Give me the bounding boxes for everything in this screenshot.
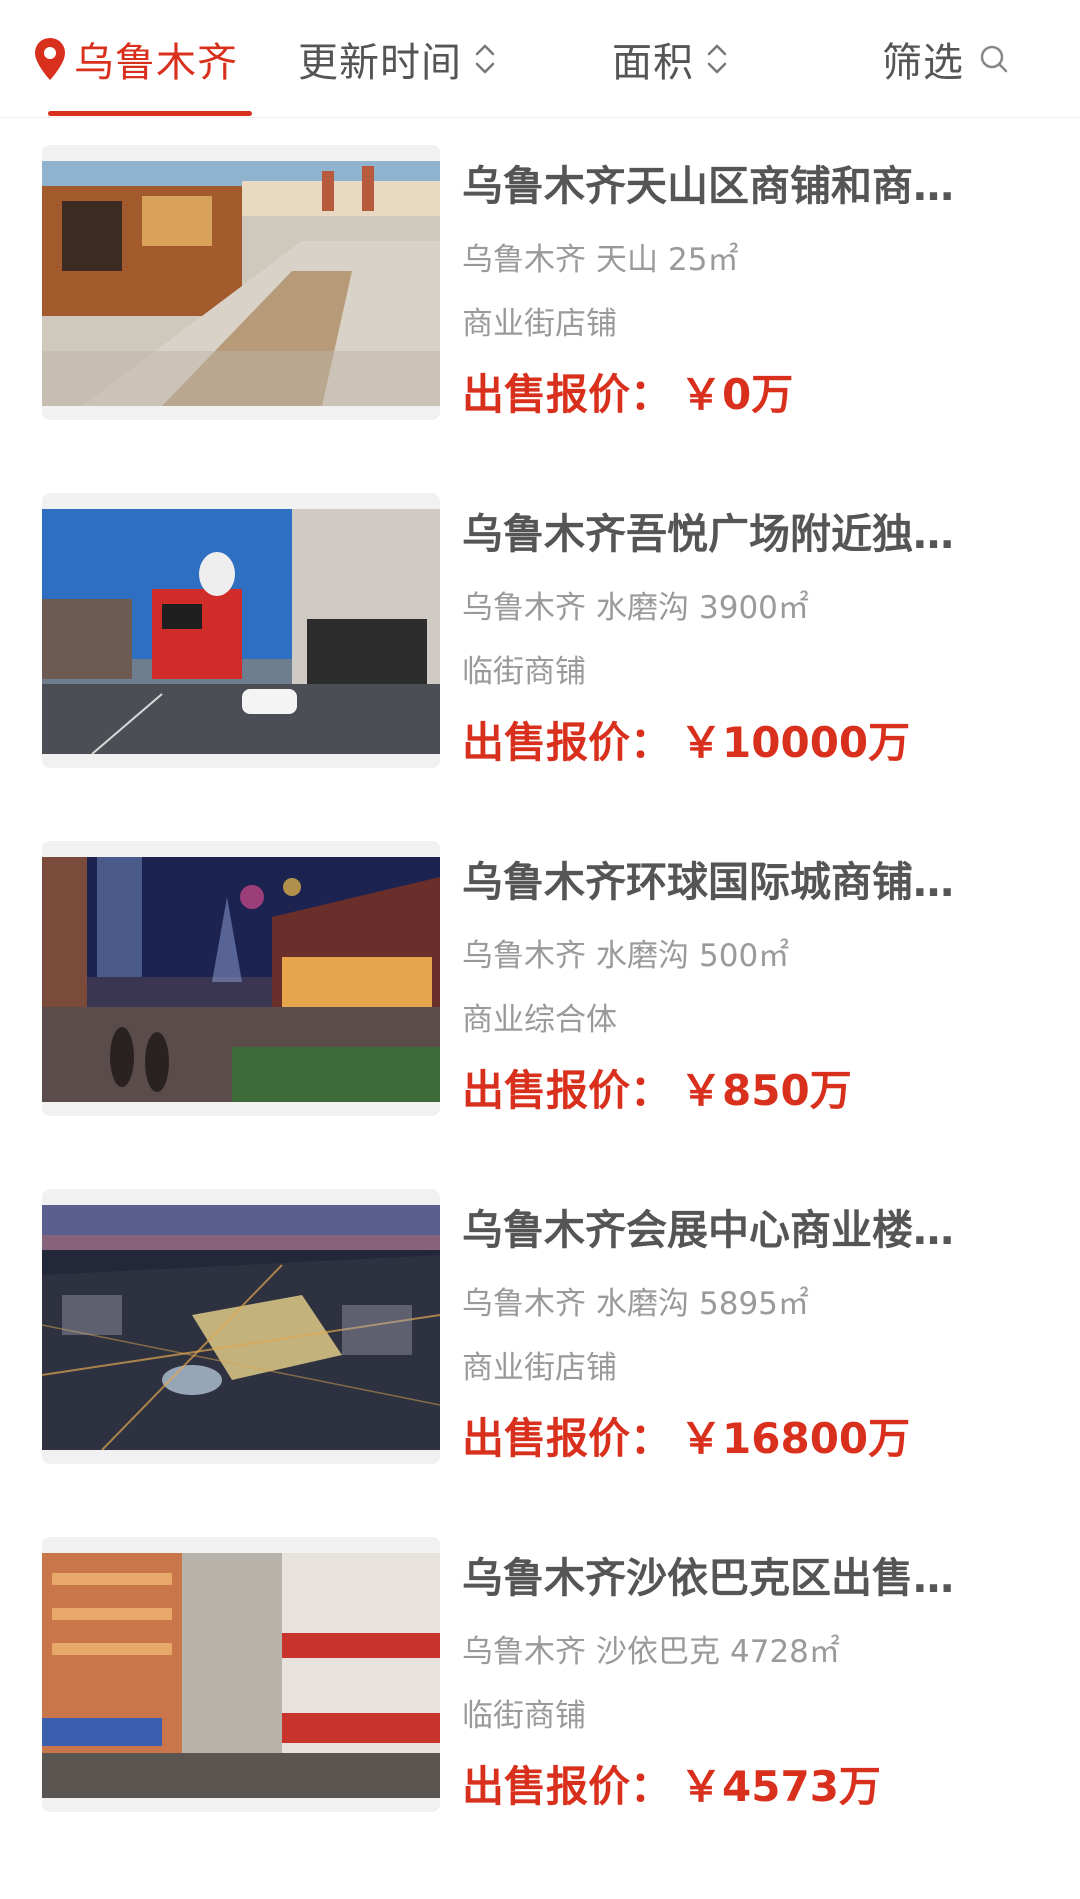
listing-price: 出售报价： ￥850万 — [462, 1064, 852, 1118]
listing-card[interactable]: 乌鲁木齐会展中心商业楼… 乌鲁木齐 水磨沟 5895㎡ 商业街店铺 出售报价： ￥16… — [0, 1162, 1080, 1510]
listing-image — [42, 1205, 440, 1450]
listing-meta: 乌鲁木齐 沙依巴克 4728㎡ — [462, 1632, 840, 1672]
price-value: 0万 — [722, 370, 794, 419]
currency-symbol: ￥ — [680, 370, 723, 419]
listing-type: 商业综合体 — [462, 1002, 617, 1038]
listing-city: 乌鲁木齐 — [462, 938, 586, 974]
price-label: 出售报价： — [462, 1414, 673, 1463]
city-selector[interactable]: 乌鲁木齐 — [32, 0, 252, 118]
listing-district: 水磨沟 — [596, 590, 689, 626]
listing-price: 出售报价： ￥16800万 — [462, 1412, 910, 1466]
listing-district: 天山 — [596, 242, 658, 278]
listing-title[interactable]: 乌鲁木齐会展中心商业楼… — [462, 1204, 1007, 1256]
listing-title[interactable]: 乌鲁木齐环球国际城商铺… — [462, 856, 1007, 908]
price-label: 出售报价： — [462, 1066, 673, 1115]
price-label: 出售报价： — [462, 370, 673, 419]
price-value: 850万 — [722, 1066, 852, 1115]
search-icon — [980, 45, 1008, 73]
listing-size: 4728㎡ — [730, 1634, 840, 1670]
filter-bar: 乌鲁木齐 更新时间 面积 筛选 — [0, 0, 1080, 118]
listing-price: 出售报价： ￥10000万 — [462, 716, 910, 770]
listing-type: 临街商铺 — [462, 1698, 586, 1734]
sort-area[interactable]: 面积 — [612, 0, 730, 118]
listing-size: 3900㎡ — [699, 590, 809, 626]
listing-thumbnail[interactable] — [42, 1537, 440, 1812]
listing-title[interactable]: 乌鲁木齐天山区商铺和商… — [462, 160, 1007, 212]
listing-card[interactable]: 乌鲁木齐沙依巴克区出售… 乌鲁木齐 沙依巴克 4728㎡ 临街商铺 出售报价： ￥45… — [0, 1510, 1080, 1858]
currency-symbol: ￥ — [680, 718, 723, 767]
listing-type: 临街商铺 — [462, 654, 586, 690]
sort-arrows-icon — [707, 44, 727, 74]
city-name: 乌鲁木齐 — [74, 40, 238, 86]
price-label: 出售报价： — [462, 1762, 673, 1811]
listing-thumbnail[interactable] — [42, 493, 440, 768]
listing-price: 出售报价： ￥0万 — [462, 368, 793, 422]
listing-image — [42, 1553, 440, 1798]
listing-card[interactable]: 乌鲁木齐天山区商铺和商… 乌鲁木齐 天山 25㎡ 商业街店铺 出售报价： ￥0万 — [0, 118, 1080, 466]
listing-image — [42, 509, 440, 754]
listing-title[interactable]: 乌鲁木齐吾悦广场附近独… — [462, 508, 1007, 560]
filter-label: 筛选 — [882, 40, 964, 86]
listing-price: 出售报价： ￥4573万 — [462, 1760, 881, 1814]
listing-city: 乌鲁木齐 — [462, 590, 586, 626]
listing-size: 500㎡ — [699, 938, 790, 974]
listing-thumbnail[interactable] — [42, 145, 440, 420]
listing-size: 25㎡ — [668, 242, 739, 278]
listing-card[interactable]: 乌鲁木齐环球国际城商铺… 乌鲁木齐 水磨沟 500㎡ 商业综合体 出售报价： ￥850… — [0, 814, 1080, 1162]
listing-meta: 乌鲁木齐 天山 25㎡ — [462, 240, 738, 280]
listing-city: 乌鲁木齐 — [462, 242, 586, 278]
listing-type: 商业街店铺 — [462, 306, 617, 342]
sort-update-time[interactable]: 更新时间 — [298, 0, 498, 118]
listing-meta: 乌鲁木齐 水磨沟 3900㎡ — [462, 588, 809, 628]
listing-image — [42, 857, 440, 1102]
listing-title[interactable]: 乌鲁木齐沙依巴克区出售… — [462, 1552, 1007, 1604]
price-label: 出售报价： — [462, 718, 673, 767]
price-value: 10000万 — [722, 718, 911, 767]
listing-city: 乌鲁木齐 — [462, 1634, 586, 1670]
currency-symbol: ￥ — [680, 1414, 723, 1463]
price-value: 16800万 — [722, 1414, 911, 1463]
sort-area-label: 面积 — [612, 40, 694, 86]
listing-district: 水磨沟 — [596, 1286, 689, 1322]
filter-button[interactable]: 筛选 — [882, 0, 1010, 118]
listing-card[interactable]: 乌鲁木齐吾悦广场附近独… 乌鲁木齐 水磨沟 3900㎡ 临街商铺 出售报价： ￥100… — [0, 466, 1080, 814]
listing-image — [42, 161, 440, 406]
location-pin-icon — [35, 38, 65, 80]
currency-symbol: ￥ — [680, 1066, 723, 1115]
listing-type: 商业街店铺 — [462, 1350, 617, 1386]
listing-thumbnail[interactable] — [42, 841, 440, 1116]
listing-city: 乌鲁木齐 — [462, 1286, 586, 1322]
price-value: 4573万 — [722, 1762, 881, 1811]
listing-size: 5895㎡ — [699, 1286, 809, 1322]
listing-meta: 乌鲁木齐 水磨沟 5895㎡ — [462, 1284, 809, 1324]
listing-district: 水磨沟 — [596, 938, 689, 974]
listing-meta: 乌鲁木齐 水磨沟 500㎡ — [462, 936, 789, 976]
active-tab-underline — [48, 111, 252, 116]
sort-arrows-icon — [475, 44, 495, 74]
sort-update-time-label: 更新时间 — [298, 40, 462, 86]
listing-district: 沙依巴克 — [596, 1634, 720, 1670]
listing-thumbnail[interactable] — [42, 1189, 440, 1464]
currency-symbol: ￥ — [680, 1762, 723, 1811]
